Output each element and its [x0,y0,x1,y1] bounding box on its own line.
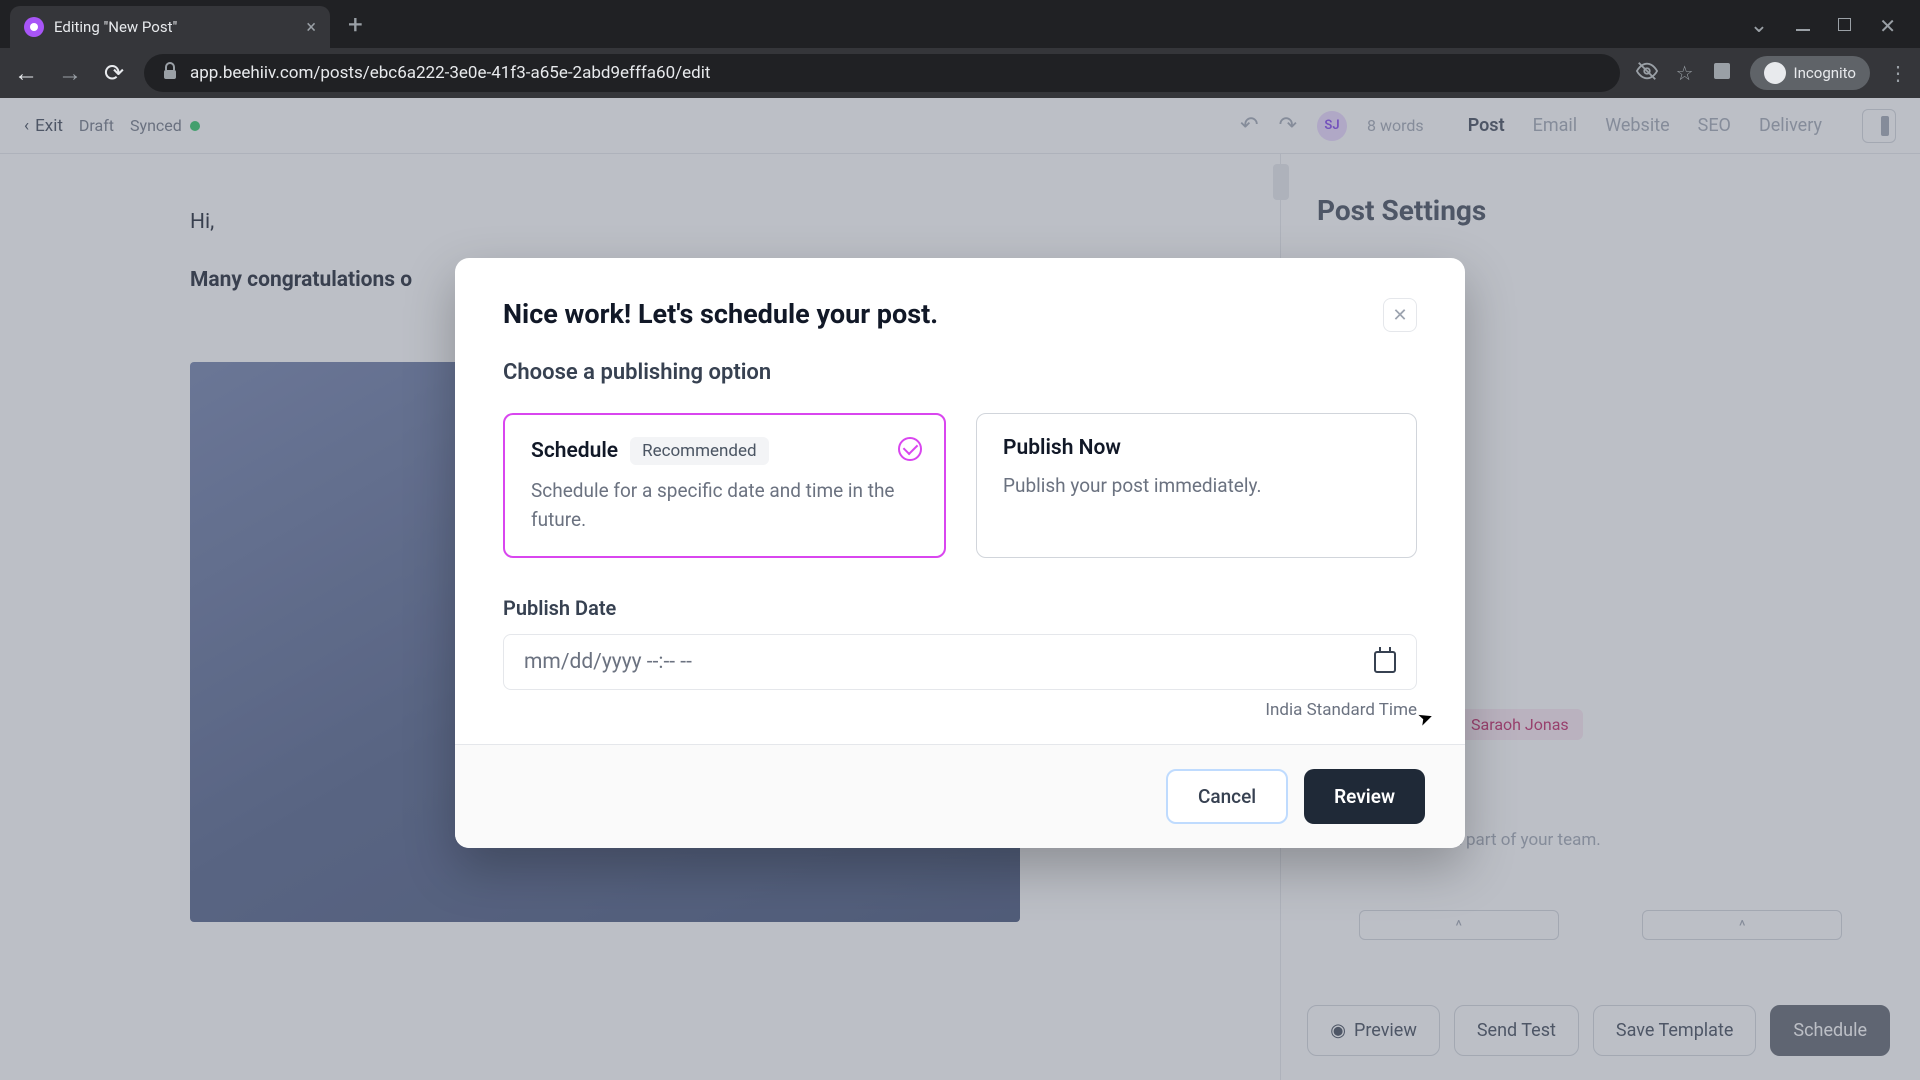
window-controls: ⌄ ✕ [1750,13,1920,48]
forward-button[interactable]: → [56,59,84,88]
publish-date-input[interactable]: mm/dd/yyyy --:-- -- [503,634,1417,690]
new-tab-button[interactable]: + [348,10,363,40]
recommended-badge: Recommended [630,437,769,465]
timezone-text: India Standard Time [503,700,1417,720]
close-window-button[interactable]: ✕ [1879,14,1896,38]
option-now-desc: Publish your post immediately. [1003,472,1390,501]
extension-icon[interactable] [1712,61,1732,86]
kebab-menu-icon[interactable]: ⋮ [1888,61,1908,85]
incognito-label: Incognito [1794,64,1856,82]
cancel-button[interactable]: Cancel [1166,769,1288,824]
option-schedule-title: Schedule [531,439,618,463]
schedule-modal: Nice work! Let's schedule your post. ✕ C… [455,258,1465,848]
incognito-badge[interactable]: Incognito [1750,56,1870,90]
tab-title: Editing "New Post" [54,18,296,36]
address-bar: ← → ⟳ app.beehiiv.com/posts/ebc6a222-3e0… [0,48,1920,98]
modal-overlay[interactable]: Nice work! Let's schedule your post. ✕ C… [0,98,1920,1080]
modal-title: Nice work! Let's schedule your post. [503,298,1383,330]
review-button[interactable]: Review [1304,769,1425,824]
modal-subtitle: Choose a publishing option [503,360,1417,385]
publish-date-label: Publish Date [503,596,1417,620]
browser-tab[interactable]: Editing "New Post" × [10,6,330,48]
favicon-icon [24,17,44,37]
incognito-icon [1764,62,1786,84]
browser-tab-strip: Editing "New Post" × + ⌄ ✕ [0,0,1920,48]
check-circle-icon [898,437,922,461]
url-field[interactable]: app.beehiiv.com/posts/ebc6a222-3e0e-41f3… [144,54,1620,92]
option-schedule[interactable]: Schedule Recommended Schedule for a spec… [503,413,946,558]
option-schedule-desc: Schedule for a specific date and time in… [531,477,918,534]
minimize-button[interactable] [1796,16,1810,35]
app-root: ‹ Exit Draft Synced ↶ ↷ SJ 8 words Post … [0,98,1920,1080]
back-button[interactable]: ← [12,59,40,88]
maximize-button[interactable] [1838,16,1851,35]
star-icon[interactable]: ☆ [1676,61,1694,85]
url-text: app.beehiiv.com/posts/ebc6a222-3e0e-41f3… [190,63,710,83]
option-now-title: Publish Now [1003,436,1121,460]
lock-icon [162,62,178,84]
calendar-icon[interactable] [1374,651,1396,673]
eye-off-icon[interactable] [1636,60,1658,87]
date-placeholder: mm/dd/yyyy --:-- -- [524,650,1374,674]
option-publish-now[interactable]: Publish Now Publish your post immediatel… [976,413,1417,558]
close-tab-icon[interactable]: × [306,17,316,38]
close-modal-button[interactable]: ✕ [1383,298,1417,332]
reload-button[interactable]: ⟳ [100,59,128,87]
chevron-down-icon[interactable]: ⌄ [1750,13,1768,38]
